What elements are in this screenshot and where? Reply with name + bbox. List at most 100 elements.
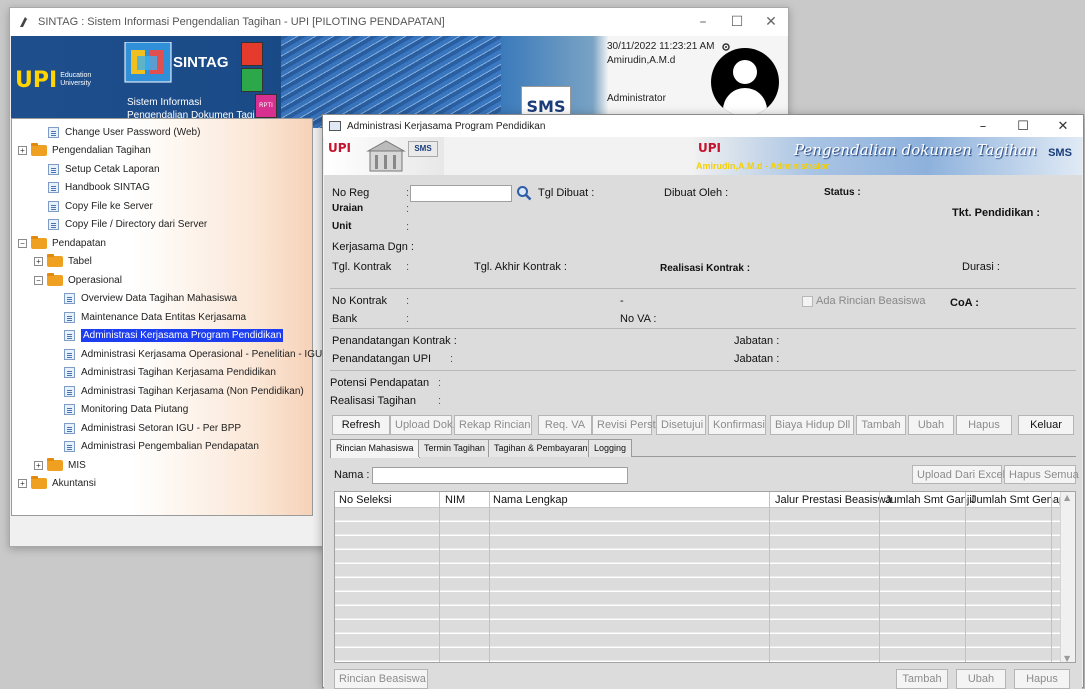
tgl-dibuat-label: Tgl Dibuat : bbox=[538, 187, 595, 199]
sms-logo-right: SMS bbox=[1048, 147, 1072, 159]
expand-icon[interactable]: + bbox=[34, 460, 43, 470]
child-maximize-button[interactable]: ☐ bbox=[1003, 119, 1043, 134]
refresh-button[interactable]: Refresh bbox=[332, 415, 390, 435]
req-va-button[interactable]: Req. VA bbox=[538, 415, 592, 435]
tree-item-label: Operasional bbox=[68, 274, 122, 286]
column-no-seleksi[interactable]: No Seleksi bbox=[339, 494, 392, 506]
tambah-button[interactable]: Tambah bbox=[856, 415, 906, 435]
table-row[interactable] bbox=[335, 606, 1061, 619]
rekap-rincian-button[interactable]: Rekap Rincian bbox=[454, 415, 532, 435]
table-row[interactable] bbox=[335, 564, 1061, 577]
detail-ubah-button[interactable]: Ubah bbox=[956, 669, 1006, 689]
ubah-button[interactable]: Ubah bbox=[908, 415, 954, 435]
upload-dok-button[interactable]: Upload Dok. bbox=[390, 415, 456, 435]
document-icon bbox=[48, 200, 59, 212]
tree-item[interactable]: + Pengendalian Tagihan bbox=[18, 142, 151, 160]
expand-icon[interactable]: + bbox=[34, 257, 43, 266]
tab-logging[interactable]: Logging bbox=[588, 439, 633, 457]
column-nama-lengkap[interactable]: Nama Lengkap bbox=[493, 494, 568, 506]
maximize-button[interactable]: ☐ bbox=[720, 14, 754, 30]
tree-item[interactable]: + Akuntansi bbox=[18, 475, 96, 493]
expand-icon[interactable]: + bbox=[18, 479, 27, 488]
tab-termin-tagihan[interactable]: Termin Tagihan bbox=[418, 439, 491, 457]
no-reg-input[interactable] bbox=[410, 185, 512, 202]
folder-icon bbox=[47, 254, 63, 267]
child-minimize-button[interactable]: – bbox=[963, 119, 1003, 134]
tgl-akhir-kontrak-label: Tgl. Akhir Kontrak : bbox=[474, 261, 567, 273]
no-reg-label: No Reg bbox=[332, 187, 370, 199]
rincian-mahasiswa-table[interactable]: No Seleksi NIM Nama Lengkap Jalur Presta… bbox=[334, 491, 1076, 663]
no-va-label: No VA : bbox=[620, 313, 657, 325]
child-window-title: Administrasi Kerjasama Program Pendidika… bbox=[347, 120, 546, 132]
table-row[interactable] bbox=[335, 522, 1061, 535]
tree-item[interactable]: Maintenance Data Entitas Kerjasama bbox=[64, 308, 246, 326]
table-row[interactable] bbox=[335, 634, 1061, 647]
table-row[interactable] bbox=[335, 536, 1061, 549]
expand-icon[interactable]: + bbox=[18, 146, 27, 155]
biaya-hidup-button[interactable]: Biaya Hidup Dll bbox=[770, 415, 854, 435]
tree-item[interactable]: + MIS bbox=[34, 456, 86, 474]
table-row[interactable] bbox=[335, 578, 1061, 591]
tree-item[interactable]: − Pendapatan bbox=[18, 234, 106, 252]
kerjasama-dgn-label: Kerjasama Dgn : bbox=[332, 241, 414, 253]
table-row[interactable] bbox=[335, 592, 1061, 605]
collapse-icon[interactable]: − bbox=[34, 275, 43, 285]
document-icon bbox=[64, 441, 75, 452]
child-titlebar[interactable]: Administrasi Kerjasama Program Pendidika… bbox=[323, 115, 1083, 137]
table-row[interactable] bbox=[335, 648, 1061, 661]
column-smt-ganjil[interactable]: Jumlah Smt Ganjil bbox=[885, 494, 974, 506]
collapse-icon[interactable]: − bbox=[18, 238, 27, 248]
ada-rincian-checkbox[interactable] bbox=[802, 296, 813, 307]
navigation-tree[interactable]: Change User Password (Web) + Pengendalian … bbox=[11, 118, 322, 516]
child-close-button[interactable]: ✕ bbox=[1043, 119, 1083, 134]
coa-label: CoA : bbox=[950, 297, 979, 309]
tree-item[interactable]: Copy File / Directory dari Server bbox=[48, 216, 207, 234]
table-row[interactable] bbox=[335, 508, 1061, 521]
tree-item-label: Copy File / Directory dari Server bbox=[65, 219, 208, 230]
avatar[interactable] bbox=[711, 48, 779, 116]
hapus-button[interactable]: Hapus bbox=[956, 415, 1012, 435]
table-scrollbar[interactable]: ▲ ▼ bbox=[1060, 492, 1075, 662]
tree-item[interactable]: − Operasional bbox=[34, 271, 122, 289]
tree-item-label: Maintenance Data Entitas Kerjasama bbox=[81, 311, 247, 323]
tree-item[interactable]: Administrasi Kerjasama Program Pendidika… bbox=[64, 327, 284, 345]
tree-item-label: Administrasi Pengembalian Pendapatan bbox=[81, 441, 259, 452]
scroll-down-icon[interactable]: ▼ bbox=[1064, 654, 1070, 662]
column-nim[interactable]: NIM bbox=[445, 494, 465, 506]
main-titlebar[interactable]: SINTAG : Sistem Informasi Pengendalian T… bbox=[10, 8, 788, 36]
search-icon[interactable] bbox=[516, 185, 532, 201]
keluar-button[interactable]: Keluar bbox=[1018, 415, 1074, 435]
tree-item[interactable]: Change User Password (Web) bbox=[48, 123, 200, 141]
minimize-button[interactable]: – bbox=[686, 14, 720, 30]
tree-item[interactable]: Administrasi Setoran IGU - Per BPP bbox=[64, 419, 241, 437]
tree-item[interactable]: + Tabel bbox=[34, 253, 92, 271]
hapus-semua-button[interactable]: Hapus Semua bbox=[1004, 465, 1079, 484]
tab-rincian-mahasiswa[interactable]: Rincian Mahasiswa bbox=[330, 439, 420, 458]
rincian-beasiswa-button[interactable]: Rincian Beasiswa bbox=[334, 669, 428, 689]
tree-item[interactable]: Administrasi Kerjasama Operasional - Pen… bbox=[64, 345, 322, 363]
table-row[interactable] bbox=[335, 550, 1061, 563]
tree-item[interactable]: Monitoring Data Piutang bbox=[64, 401, 188, 419]
tree-item[interactable]: Overview Data Tagihan Mahasiswa bbox=[64, 290, 237, 308]
tab-tagihan-pembayaran[interactable]: Tagihan & Pembayaran bbox=[488, 439, 594, 457]
tree-item[interactable]: Administrasi Pengembalian Pendapatan bbox=[64, 438, 259, 456]
detail-tabs: Rincian Mahasiswa Termin Tagihan Tagihan… bbox=[330, 439, 1076, 458]
scroll-up-icon[interactable]: ▲ bbox=[1064, 493, 1070, 502]
tree-item[interactable]: Administrasi Tagihan Kerjasama (Non Pend… bbox=[64, 382, 304, 400]
tree-item[interactable]: Handbook SINTAG bbox=[48, 179, 150, 197]
tree-item[interactable]: Copy File ke Server bbox=[48, 197, 153, 215]
tree-item[interactable]: Setup Cetak Laporan bbox=[48, 160, 160, 178]
tree-item[interactable]: Administrasi Tagihan Kerjasama Pendidika… bbox=[64, 364, 276, 382]
detail-tambah-button[interactable]: Tambah bbox=[896, 669, 948, 689]
column-jalur-prestasi[interactable]: Jalur Prestasi Beasiswa bbox=[775, 494, 892, 506]
nama-input[interactable] bbox=[372, 467, 628, 484]
konfirmasi-button[interactable]: Konfirmasi bbox=[708, 415, 766, 435]
revisi-perst-button[interactable]: Revisi Perst. bbox=[592, 415, 659, 435]
detail-hapus-button[interactable]: Hapus bbox=[1014, 669, 1070, 689]
building-icon bbox=[366, 140, 406, 172]
disetujui-button[interactable]: Disetujui bbox=[656, 415, 706, 435]
close-button[interactable]: ✕ bbox=[754, 14, 788, 30]
table-row[interactable] bbox=[335, 620, 1061, 633]
tree-item-label: MIS bbox=[68, 459, 86, 471]
upload-excel-button[interactable]: Upload Dari Excell bbox=[912, 465, 1007, 484]
